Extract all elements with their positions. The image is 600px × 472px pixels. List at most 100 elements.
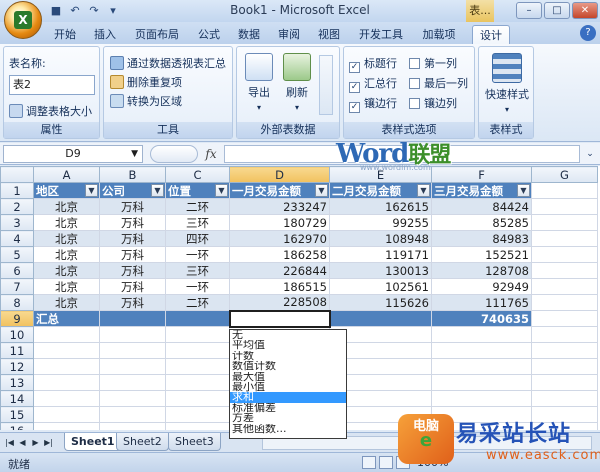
tab-developer[interactable]: 开发工具 (352, 25, 410, 44)
resize-table-button[interactable]: 调整表格大小 (9, 103, 92, 119)
row-header[interactable]: 10 (0, 326, 34, 343)
column-header[interactable]: D (229, 166, 330, 183)
table-cell[interactable]: 84424 (431, 198, 532, 215)
table-cell[interactable]: 万科 (99, 294, 166, 311)
table-cell[interactable]: 北京 (33, 198, 100, 215)
row-header[interactable]: 9 (0, 310, 34, 327)
help-icon[interactable]: ? (580, 25, 596, 41)
total-label-cell[interactable]: 汇总 (33, 310, 100, 327)
empty-cell[interactable] (99, 342, 166, 359)
empty-cell[interactable] (33, 326, 100, 343)
remove-duplicates-button[interactable]: 删除重复项 (110, 74, 182, 90)
empty-cell[interactable] (531, 246, 598, 263)
empty-cell[interactable] (531, 262, 598, 279)
table-cell[interactable]: 北京 (33, 246, 100, 263)
empty-cell[interactable] (531, 278, 598, 295)
table-cell[interactable]: 北京 (33, 214, 100, 231)
table-header-cell[interactable]: 公司 ▼ (99, 182, 166, 199)
sheet-tab-2[interactable]: Sheet2 (116, 433, 169, 451)
empty-cell[interactable] (165, 326, 230, 343)
row-header[interactable]: 2 (0, 198, 34, 215)
tab-review[interactable]: 审阅 (272, 25, 306, 44)
table-cell[interactable]: 152521 (431, 246, 532, 263)
empty-cell[interactable] (431, 374, 532, 391)
empty-cell[interactable] (531, 230, 598, 247)
table-name-input[interactable]: 表2 (9, 75, 95, 95)
row-header[interactable]: 5 (0, 246, 34, 263)
empty-cell[interactable] (431, 326, 532, 343)
empty-cell[interactable] (33, 358, 100, 375)
tab-home[interactable]: 开始 (48, 25, 82, 44)
row-header[interactable]: 7 (0, 278, 34, 295)
empty-cell[interactable] (531, 326, 598, 343)
row-header[interactable]: 15 (0, 406, 34, 423)
row-header[interactable]: 14 (0, 390, 34, 407)
total-function-option[interactable]: 其他函数... (230, 424, 346, 434)
empty-cell[interactable] (33, 422, 100, 430)
table-cell[interactable]: 180729 (229, 214, 330, 231)
checkbox-first-column[interactable] (409, 58, 420, 69)
option-banded-columns[interactable]: 镶边列 (409, 95, 457, 111)
empty-cell[interactable] (531, 374, 598, 391)
name-box[interactable]: D9 ▼ (3, 145, 143, 163)
table-cell[interactable]: 226844 (229, 262, 330, 279)
column-header[interactable]: B (99, 166, 166, 183)
tab-insert[interactable]: 插入 (88, 25, 122, 44)
empty-cell[interactable] (99, 422, 166, 430)
empty-cell[interactable] (165, 390, 230, 407)
tab-addins[interactable]: 加载项 (416, 25, 462, 44)
table-cell[interactable]: 二环 (165, 198, 230, 215)
tab-page-layout[interactable]: 页面布局 (128, 25, 186, 44)
sheet-tab-1[interactable]: Sheet1 (64, 433, 122, 451)
empty-cell[interactable] (33, 390, 100, 407)
row-header[interactable]: 1 (0, 182, 34, 199)
minimize-button[interactable]: – (516, 2, 542, 19)
table-header-cell[interactable]: 位置 ▼ (165, 182, 230, 199)
table-cell[interactable]: 130013 (329, 262, 432, 279)
tab-design[interactable]: 设计 (472, 25, 510, 44)
total-function-option[interactable]: 计数 (230, 351, 346, 361)
filter-dropdown-icon[interactable]: ▼ (215, 184, 228, 197)
sheet-tab-3[interactable]: Sheet3 (168, 433, 221, 451)
option-last-column[interactable]: 最后一列 (409, 75, 468, 91)
formula-bar-divider[interactable] (150, 145, 198, 163)
empty-cell[interactable] (531, 214, 598, 231)
option-first-column[interactable]: 第一列 (409, 55, 457, 71)
option-header-row[interactable]: ✓ 标题行 (349, 55, 397, 73)
table-header-cell[interactable]: 一月交易金额 ▼ (229, 182, 330, 199)
expand-formula-bar-icon[interactable]: ⌄ (583, 146, 597, 162)
row-header[interactable]: 13 (0, 374, 34, 391)
option-banded-rows[interactable]: ✓ 镶边行 (349, 95, 397, 113)
empty-cell[interactable] (99, 358, 166, 375)
filter-dropdown-icon[interactable]: ▼ (151, 184, 164, 197)
close-button[interactable]: ✕ (572, 2, 598, 19)
convert-range-button[interactable]: 转换为区域 (110, 93, 182, 109)
external-small-buttons[interactable] (319, 55, 333, 115)
table-cell[interactable]: 北京 (33, 262, 100, 279)
table-cell[interactable]: 162615 (329, 198, 432, 215)
insert-function-button[interactable]: fx (200, 145, 222, 163)
empty-cell[interactable] (431, 358, 532, 375)
tab-formulas[interactable]: 公式 (192, 25, 226, 44)
column-header[interactable]: G (531, 166, 598, 183)
column-header[interactable]: C (165, 166, 230, 183)
total-function-option[interactable]: 数值计数 (230, 361, 346, 371)
table-cell[interactable]: 119171 (329, 246, 432, 263)
empty-cell[interactable] (531, 310, 598, 327)
checkbox-banded-rows[interactable]: ✓ (349, 102, 360, 113)
table-cell[interactable]: 万科 (99, 214, 166, 231)
filter-dropdown-icon[interactable]: ▼ (517, 184, 530, 197)
empty-cell[interactable] (165, 358, 230, 375)
table-cell[interactable]: 92949 (431, 278, 532, 295)
quick-styles-button[interactable]: 快速样式 ▾ (483, 53, 531, 115)
checkbox-banded-columns[interactable] (409, 98, 420, 109)
office-button[interactable]: X (4, 1, 42, 39)
empty-cell[interactable] (33, 406, 100, 423)
empty-cell[interactable] (531, 358, 598, 375)
row-header[interactable]: 11 (0, 342, 34, 359)
table-header-cell[interactable]: 二月交易金额 ▼ (329, 182, 432, 199)
total-row-cell[interactable] (165, 310, 230, 327)
column-header[interactable]: A (33, 166, 100, 183)
prev-sheet-icon[interactable]: ◀ (17, 436, 28, 449)
checkbox-last-column[interactable] (409, 78, 420, 89)
